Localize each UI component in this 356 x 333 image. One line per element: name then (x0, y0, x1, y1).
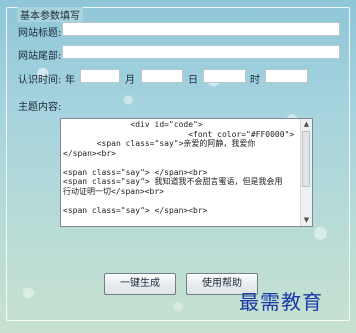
content-line: <span class="say"> </span><br> (63, 205, 208, 215)
year-input[interactable] (80, 69, 120, 83)
date-label: 认识时间: (18, 75, 62, 86)
scroll-down-icon[interactable]: ▼ (302, 216, 311, 225)
site-footer-label: 网站尾部: (18, 51, 62, 62)
content-line (63, 215, 300, 225)
vertical-scrollbar[interactable]: ▲ ▼ (300, 119, 312, 226)
site-title-input[interactable] (62, 22, 340, 36)
site-title-label: 网站标题: (18, 28, 62, 39)
content-line (63, 225, 300, 227)
watermark-logo: 最需教育 (239, 290, 323, 314)
content-line: 行动证明一切</span><br> (63, 186, 164, 196)
content-line: </span><br> (63, 148, 116, 158)
hour-input[interactable] (265, 69, 308, 83)
year-unit-label: 年 (65, 75, 75, 86)
group-title: 基本参数填写 (17, 7, 83, 22)
month-input[interactable] (141, 69, 183, 83)
content-line (63, 158, 300, 168)
content-label: 主题内容: (18, 102, 62, 113)
site-footer-input[interactable] (62, 45, 340, 59)
content-textarea[interactable]: <div id="code"> <font color="#FF0000"> <… (60, 118, 313, 227)
hour-unit-label: 时 (250, 75, 260, 86)
content-line (63, 196, 300, 206)
content-line: <span class="say"> </span><br> (63, 167, 208, 177)
scroll-thumb[interactable] (302, 131, 310, 187)
day-unit-label: 日 (188, 75, 198, 86)
content-line: <div id="code"> (63, 120, 203, 129)
month-unit-label: 月 (125, 75, 135, 86)
scroll-up-icon[interactable]: ▲ (302, 120, 311, 129)
day-input[interactable] (203, 69, 246, 83)
generate-button[interactable]: 一键生成 (104, 273, 176, 295)
content-text: <div id="code"> <font color="#FF0000"> <… (63, 120, 300, 224)
content-line: <span class="say">亲爱的阿静，我爱你 (63, 139, 256, 148)
content-line: <font color="#FF0000"> (63, 129, 295, 139)
content-line: <span class="say"> 我知道我不会甜言蜜语，但是我会用 (63, 177, 283, 186)
